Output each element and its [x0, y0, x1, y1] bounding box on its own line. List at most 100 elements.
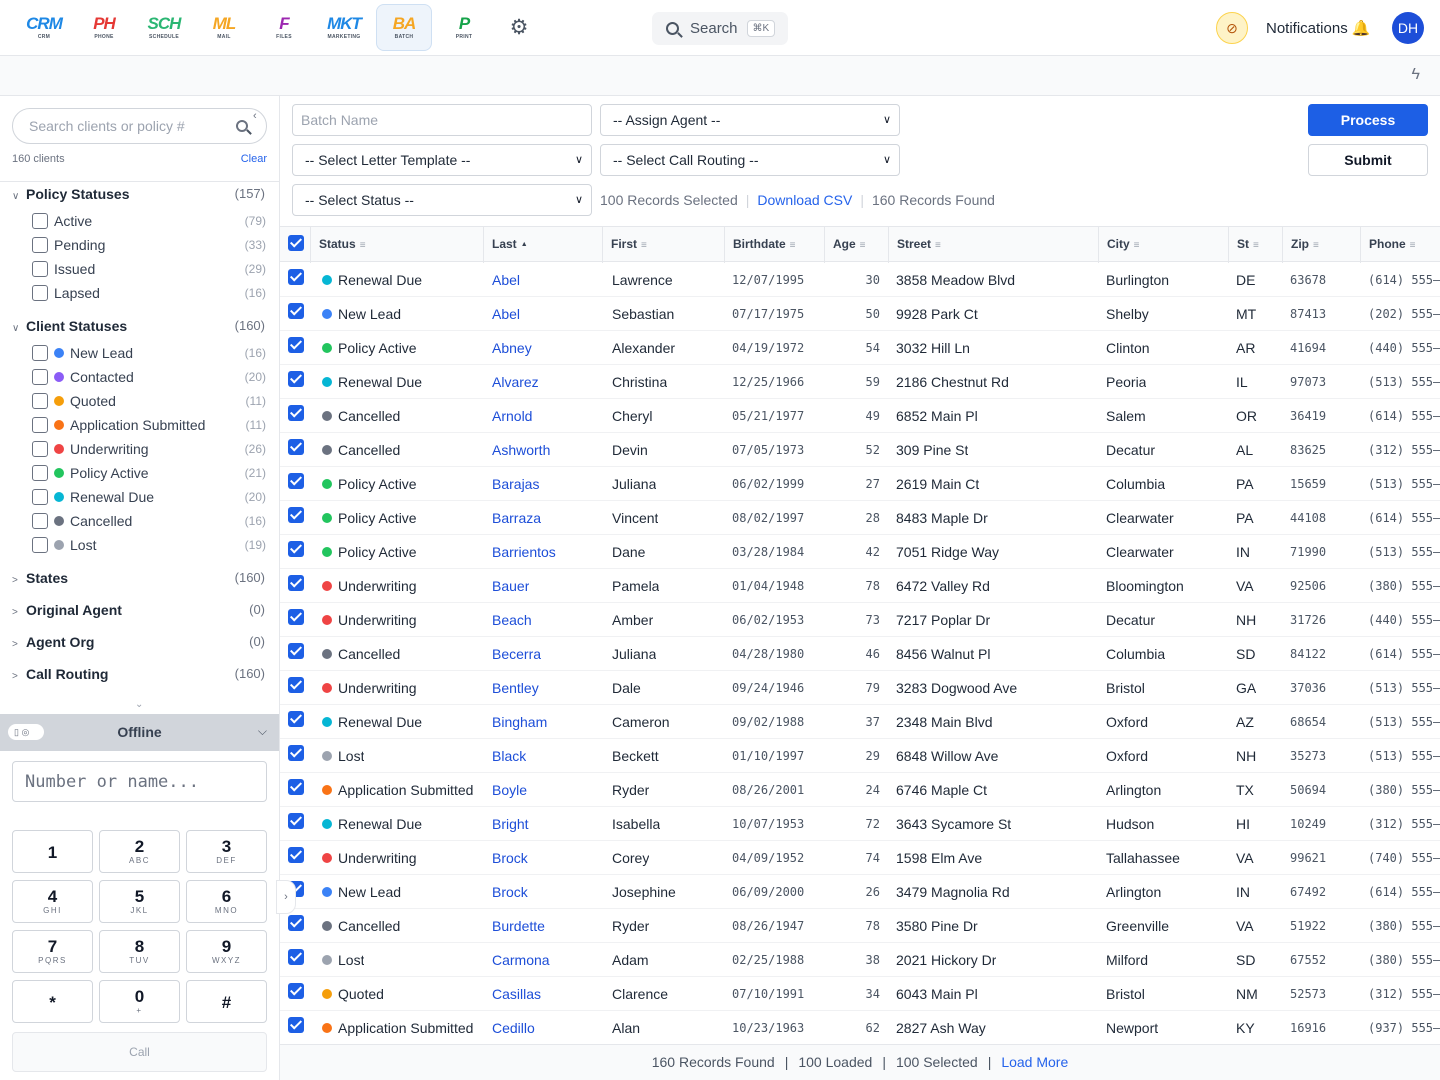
cell-last-name[interactable]: Barraza	[492, 501, 541, 535]
checkbox[interactable]	[32, 489, 48, 505]
column-header-age[interactable]: Age ≡	[824, 227, 888, 263]
checkbox[interactable]	[32, 465, 48, 481]
sort-icon[interactable]: ≡	[641, 240, 647, 251]
filter-policy-pending[interactable]: Pending (33)	[32, 235, 266, 255]
sort-icon[interactable]: ≡	[1410, 240, 1416, 251]
filter-policy-issued[interactable]: Issued (29)	[32, 259, 266, 279]
row-checkbox[interactable]	[288, 337, 304, 353]
row-checkbox[interactable]	[288, 711, 304, 727]
filter-client-cancelled[interactable]: Cancelled (16)	[32, 511, 266, 531]
table-row[interactable]: Underwriting Bentley Dale 09/24/1946 79 3283 …	[280, 671, 1440, 705]
bolt-icon[interactable]: ϟ	[1412, 66, 1420, 84]
filter-client-renewal-due[interactable]: Renewal Due (20)	[32, 487, 266, 507]
select-all-checkbox[interactable]	[288, 235, 304, 251]
cell-last-name[interactable]: Boyle	[492, 773, 527, 807]
chevron-left-icon[interactable]: ‹	[253, 110, 257, 122]
cell-last-name[interactable]: Becerra	[492, 637, 541, 671]
app-marketing[interactable]: MKT MARKETING	[316, 4, 372, 51]
filter-policy-active[interactable]: Active (79)	[32, 211, 266, 231]
sort-icon[interactable]: ≡	[1313, 240, 1319, 251]
row-checkbox[interactable]	[288, 779, 304, 795]
cell-last-name[interactable]: Ashworth	[492, 433, 550, 467]
cell-last-name[interactable]: Casillas	[492, 977, 541, 1011]
client-search-input[interactable]: Search clients or policy #	[12, 108, 267, 144]
cell-last-name[interactable]: Cedillo	[492, 1011, 535, 1045]
app-schedule[interactable]: SCH SCHEDULE	[136, 4, 192, 51]
table-row[interactable]: Application Submitted Cedillo Alan 10/23/19…	[280, 1011, 1440, 1045]
table-row[interactable]: Policy Active Barraza Vincent 08/02/1997 28 8…	[280, 501, 1440, 535]
keypad-key-8[interactable]: 8 TUV	[99, 930, 180, 973]
row-checkbox[interactable]	[288, 677, 304, 693]
table-row[interactable]: Policy Active Barajas Juliana 06/02/1999 27 2…	[280, 467, 1440, 501]
letter-template-select[interactable]: -- Select Letter Template -- ∨	[292, 144, 592, 176]
row-checkbox[interactable]	[288, 609, 304, 625]
call-button[interactable]: Call	[12, 1032, 267, 1072]
cell-last-name[interactable]: Bright	[492, 807, 529, 841]
cell-last-name[interactable]: Arnold	[492, 399, 532, 433]
notifications-button[interactable]: Notifications 🔔	[1266, 19, 1371, 37]
filter-section-original-agent[interactable]: > Original Agent (0)	[12, 602, 268, 622]
filter-client-contacted[interactable]: Contacted (20)	[32, 367, 266, 387]
assign-agent-select[interactable]: -- Assign Agent -- ∨	[600, 104, 900, 136]
filter-section-client-statuses[interactable]: ∨ Client Statuses (160)	[12, 318, 268, 338]
chevron-right-icon[interactable]: ›	[276, 880, 296, 914]
dialer-header[interactable]: ▯ ◎ Offline ⌵	[0, 714, 279, 751]
cell-last-name[interactable]: Brock	[492, 841, 528, 875]
app-print[interactable]: P PRINT	[436, 4, 492, 51]
column-header-st[interactable]: St ≡	[1228, 227, 1282, 263]
table-row[interactable]: Cancelled Arnold Cheryl 05/21/1977 49 6852 Ma…	[280, 399, 1440, 433]
column-header-first[interactable]: First ≡	[602, 227, 724, 263]
table-row[interactable]: Renewal Due Bingham Cameron 09/02/1988 37 234…	[280, 705, 1440, 739]
cell-last-name[interactable]: Abel	[492, 297, 520, 331]
table-row[interactable]: Cancelled Burdette Ryder 08/26/1947 78 3580 P…	[280, 909, 1440, 943]
table-row[interactable]: Cancelled Becerra Juliana 04/28/1980 46 8456 …	[280, 637, 1440, 671]
cell-last-name[interactable]: Brock	[492, 875, 528, 909]
table-row[interactable]: Renewal Due Alvarez Christina 12/25/1966 59 2…	[280, 365, 1440, 399]
chevron-down-icon[interactable]: ⌄	[135, 699, 143, 710]
row-checkbox[interactable]	[288, 847, 304, 863]
load-more-link[interactable]: Load More	[1001, 1054, 1068, 1070]
gear-icon[interactable]: ⚙	[508, 17, 530, 39]
table-row[interactable]: Cancelled Ashworth Devin 07/05/1973 52 309 Pi…	[280, 433, 1440, 467]
download-csv-link[interactable]: Download CSV	[757, 192, 852, 208]
filter-section-policy-statuses[interactable]: ∨ Policy Statuses (157)	[12, 186, 268, 206]
checkbox[interactable]	[32, 417, 48, 433]
cell-last-name[interactable]: Beach	[492, 603, 532, 637]
sort-icon[interactable]: ≡	[1253, 240, 1259, 251]
checkbox[interactable]	[32, 237, 48, 253]
avatar[interactable]: DH	[1392, 12, 1424, 44]
filter-client-new-lead[interactable]: New Lead (16)	[32, 343, 266, 363]
row-checkbox[interactable]	[288, 439, 304, 455]
column-header-zip[interactable]: Zip ≡	[1282, 227, 1360, 263]
sort-asc-icon[interactable]: ▲	[521, 241, 528, 248]
table-row[interactable]: New Lead Abel Sebastian 07/17/1975 50 9928 Pa…	[280, 297, 1440, 331]
checkbox[interactable]	[32, 285, 48, 301]
clear-filters-link[interactable]: Clear	[241, 153, 267, 165]
cell-last-name[interactable]: Bauer	[492, 569, 529, 603]
filter-section-call-routing[interactable]: > Call Routing (160)	[12, 666, 268, 686]
checkbox[interactable]	[32, 537, 48, 553]
row-checkbox[interactable]	[288, 269, 304, 285]
keypad-key-5[interactable]: 5 JKL	[99, 880, 180, 923]
sort-icon[interactable]: ≡	[360, 240, 366, 251]
table-row[interactable]: Policy Active Barrientos Dane 03/28/1984 42 7…	[280, 535, 1440, 569]
row-checkbox[interactable]	[288, 1017, 304, 1033]
sort-icon[interactable]: ≡	[790, 240, 796, 251]
row-checkbox[interactable]	[288, 813, 304, 829]
sort-icon[interactable]: ≡	[935, 240, 941, 251]
cell-last-name[interactable]: Alvarez	[492, 365, 539, 399]
filter-section-states[interactable]: > States (160)	[12, 570, 268, 590]
keypad-key-star[interactable]: *	[12, 980, 93, 1023]
table-row[interactable]: Renewal Due Bright Isabella 10/07/1953 72 364…	[280, 807, 1440, 841]
filter-client-quoted[interactable]: Quoted (11)	[32, 391, 266, 411]
table-row[interactable]: Application Submitted Boyle Ryder 08/26/200…	[280, 773, 1440, 807]
column-header-birthdate[interactable]: Birthdate ≡	[724, 227, 824, 263]
table-row[interactable]: New Lead Brock Josephine 06/09/2000 26 3479 M…	[280, 875, 1440, 909]
app-batch[interactable]: BA BATCH	[376, 4, 432, 51]
row-checkbox[interactable]	[288, 303, 304, 319]
column-header-status[interactable]: Status ≡	[310, 227, 483, 263]
row-checkbox[interactable]	[288, 745, 304, 761]
row-checkbox[interactable]	[288, 915, 304, 931]
checkbox[interactable]	[32, 213, 48, 229]
chevron-down-icon[interactable]: ⌵	[258, 724, 267, 739]
